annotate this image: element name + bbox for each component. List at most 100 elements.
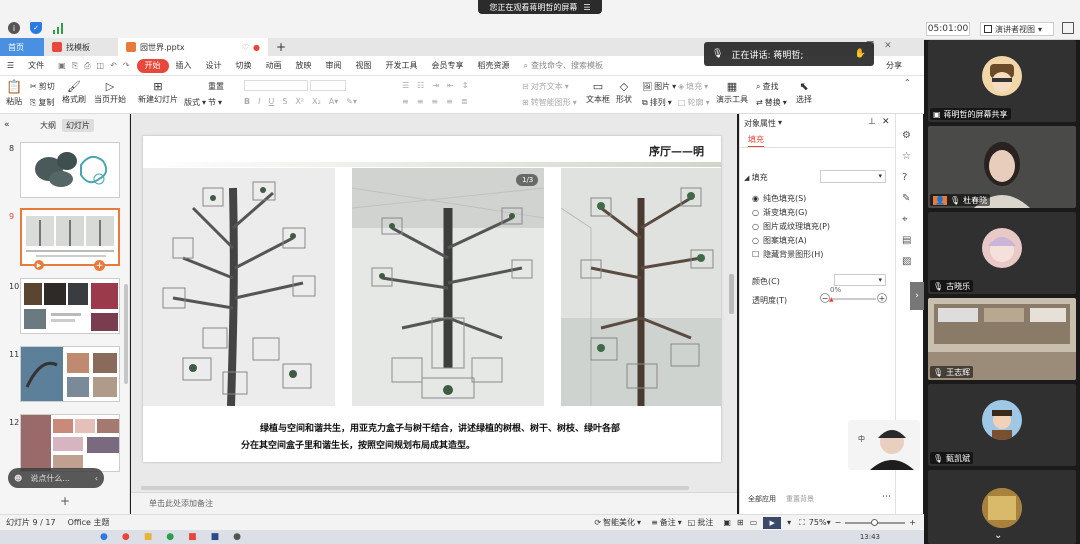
transparency-increase-icon[interactable]: +	[877, 293, 887, 303]
presentation-tools-button[interactable]: ▦ 演示工具	[716, 80, 748, 105]
comments-button[interactable]: ◱ 批注	[688, 517, 714, 528]
slideshow-options-icon[interactable]: ▾	[787, 518, 791, 527]
menu-insert[interactable]: 插入	[169, 56, 199, 76]
menu-start[interactable]: 开始	[136, 58, 169, 73]
tab-slides[interactable]: 幻灯片	[62, 119, 94, 132]
notes-area[interactable]	[131, 492, 737, 514]
zoom-in-icon[interactable]: +	[909, 518, 916, 527]
fill-button[interactable]: ◈ 填充 ▾	[678, 81, 708, 92]
slider-thumb[interactable]: ▲	[829, 296, 834, 303]
participant-tile[interactable]: 👤 🎙 杜春晓	[928, 126, 1076, 208]
vertical-scrollbar[interactable]	[729, 274, 734, 314]
folder-app-icon[interactable]: ■	[144, 532, 153, 542]
section-button[interactable]: 节 ▾	[208, 97, 222, 108]
add-slide-plus-icon[interactable]: +	[60, 494, 70, 508]
horizontal-scrollbar[interactable]	[141, 486, 689, 490]
fill-color-select[interactable]: ▾	[820, 170, 886, 183]
menu-member[interactable]: 会员专享	[425, 56, 471, 76]
zoom-out-icon[interactable]: −	[835, 518, 842, 527]
align-left-icon[interactable]: ≡	[402, 97, 409, 106]
from-current-button[interactable]: ▷ 当页开始	[94, 80, 126, 105]
zoom-slider[interactable]	[845, 518, 906, 526]
tab-fill[interactable]: 填充	[748, 134, 764, 148]
subscript-button[interactable]: X₂	[312, 97, 321, 106]
share-button[interactable]: 分享	[879, 56, 924, 76]
collapse-panel-icon[interactable]: «	[4, 120, 10, 130]
pin-icon[interactable]: ⊥	[868, 117, 876, 127]
slide-photo-1[interactable]	[143, 168, 335, 406]
shield-icon[interactable]: ✓	[30, 22, 42, 34]
menu-view[interactable]: 视图	[349, 56, 379, 76]
menu-review[interactable]: 审阅	[319, 56, 349, 76]
picture-button[interactable]: 🖼 图片 ▾	[642, 81, 676, 92]
outdent-icon[interactable]: ⇤	[447, 81, 454, 90]
reset-background-button[interactable]: 重置背景	[786, 494, 814, 504]
replace-button[interactable]: ⇄ 替换 ▾	[756, 97, 787, 108]
align-text-button[interactable]: ⊟ 对齐文本 ▾	[522, 81, 569, 92]
zoom-slider-thumb[interactable]	[871, 518, 879, 526]
presenter-view-select[interactable]: 演讲者视图 ▾	[980, 22, 1054, 36]
wps-app-icon[interactable]: ■	[188, 532, 197, 542]
bold-button[interactable]: B	[244, 97, 250, 106]
play-slideshow-button[interactable]: ▶	[763, 516, 782, 529]
preview-icon[interactable]: ◫	[97, 61, 105, 70]
command-search[interactable]: ⌕ 查找命令、搜索模板	[517, 56, 610, 76]
new-slide-button[interactable]: ⊞ 新建幻灯片	[138, 80, 178, 105]
sorter-view-icon[interactable]: ⊞	[737, 518, 744, 527]
slide-thumbnail-11[interactable]	[20, 346, 120, 402]
menu-file[interactable]: 文件	[21, 56, 51, 76]
participant-tile[interactable]: 🎙 甄凯斌	[928, 384, 1076, 466]
book-icon[interactable]: ▤	[902, 235, 911, 246]
chrome-app-icon[interactable]: ●	[122, 532, 130, 542]
participant-tile[interactable]: 🎙 古晓乐	[928, 212, 1076, 294]
radio-picture-fill[interactable]: ○ 图片或纹理填充(P)	[752, 220, 830, 234]
format-painter-button[interactable]: 🖌 格式刷	[62, 80, 86, 105]
add-slide-icon[interactable]: +	[94, 260, 105, 271]
chat-input[interactable]: ☻ 说点什么... ‹	[8, 468, 104, 488]
smart-graphic-button[interactable]: ⊞ 转智能图形 ▾	[522, 97, 577, 108]
highlight-button[interactable]: ✎▾	[346, 97, 357, 106]
expand-panel-icon[interactable]: ›	[910, 282, 924, 310]
font-color-button[interactable]: A▾	[329, 97, 339, 106]
menu-slideshow[interactable]: 放映	[289, 56, 319, 76]
copy-button[interactable]: ⎘ 复制	[30, 97, 54, 108]
close-window-icon[interactable]: ✕	[884, 41, 892, 51]
edge-app-icon[interactable]: ●	[166, 532, 174, 542]
radio-pattern-fill[interactable]: ○ 图案填充(A)	[752, 234, 830, 248]
slide-photo-3[interactable]	[561, 168, 721, 406]
save-icon[interactable]: ▣	[58, 61, 66, 70]
textbox-button[interactable]: ▭ 文本框	[586, 80, 610, 105]
shape-button[interactable]: ◇ 形状	[616, 80, 632, 105]
font-size-select[interactable]	[310, 80, 346, 91]
sliders-icon[interactable]: ⚙	[902, 130, 911, 141]
slide-thumbnail-8[interactable]	[20, 142, 120, 198]
tab-outline[interactable]: 大纲	[40, 120, 56, 131]
help-icon[interactable]: ?	[902, 172, 911, 183]
info-icon[interactable]: i	[8, 22, 20, 34]
superscript-button[interactable]: X²	[295, 97, 304, 106]
floating-webcam[interactable]: 中	[848, 420, 920, 470]
apply-all-button[interactable]: 全部应用	[748, 494, 776, 504]
brush-tool-icon[interactable]: ✎	[902, 193, 911, 204]
new-tab-icon[interactable]: +	[276, 40, 286, 54]
arrange-button[interactable]: ⧉ 排列 ▾	[642, 97, 672, 108]
find-button[interactable]: ⌕ 查找	[756, 81, 778, 92]
redo-icon[interactable]: ↷	[123, 61, 130, 70]
more-options-icon[interactable]: ⋯	[882, 492, 891, 502]
color-select[interactable]: ▾	[834, 274, 886, 286]
tab-home[interactable]: 首页	[0, 38, 44, 56]
radio-solid-fill[interactable]: ◉ 纯色填充(S)	[752, 192, 830, 206]
export-icon[interactable]: ⎘	[72, 61, 78, 71]
image-tool-icon[interactable]: ▨	[902, 256, 911, 267]
fullscreen-icon[interactable]	[1062, 22, 1074, 34]
browser-app-icon[interactable]: ●	[100, 532, 108, 542]
underline-button[interactable]: U	[268, 97, 274, 106]
thumbnail-scrollbar[interactable]	[124, 284, 128, 384]
slide-thumbnail-9-selected[interactable]	[20, 208, 120, 266]
reading-view-icon[interactable]: ▭	[750, 518, 758, 527]
menu-transition[interactable]: 切换	[229, 56, 259, 76]
numbering-icon[interactable]: ☷	[417, 81, 424, 90]
hand-icon[interactable]: ✋	[855, 49, 866, 59]
indent-icon[interactable]: ⇥	[432, 81, 439, 90]
menu-docer[interactable]: 稻壳资源	[471, 56, 517, 76]
